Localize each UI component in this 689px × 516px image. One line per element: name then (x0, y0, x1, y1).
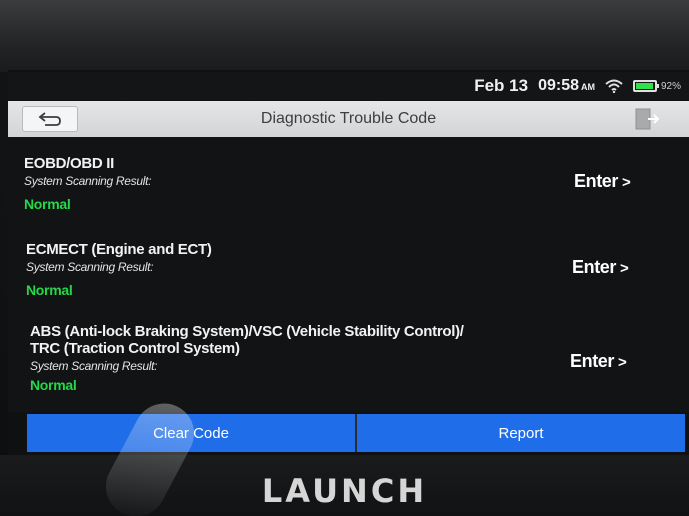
chevron-right-icon: > (622, 174, 631, 191)
status-time-value: 09:58 (538, 77, 579, 94)
enter-button-ecmect[interactable]: Enter > (572, 257, 629, 278)
title-bar: Diagnostic Trouble Code (8, 101, 689, 137)
bottom-action-bar: Clear Code Report (27, 414, 685, 452)
back-arrow-icon (38, 112, 61, 126)
status-date: Feb 13 (474, 76, 529, 95)
brand-logo: LAUNCH (261, 472, 428, 510)
clear-code-button[interactable]: Clear Code (27, 414, 355, 452)
enter-label: Enter (574, 171, 619, 191)
chevron-right-icon: > (618, 354, 627, 371)
enter-label: Enter (572, 257, 617, 277)
device-top-bezel (0, 0, 689, 72)
chevron-right-icon: > (620, 260, 629, 277)
battery-percent: 92% (660, 80, 681, 92)
exit-icon (635, 108, 660, 130)
page-title: Diagnostic Trouble Code (260, 110, 437, 127)
enter-button-abs[interactable]: Enter > (570, 351, 627, 372)
report-button[interactable]: Report (355, 414, 685, 452)
status-ampm: AM (580, 82, 595, 92)
battery-icon (632, 80, 659, 92)
exit-button[interactable] (627, 105, 667, 133)
system-name-line1: ABS (Anti-lock Braking System)/VSC (Vehi… (30, 323, 464, 340)
wifi-icon (605, 79, 623, 93)
system-status: Normal (30, 377, 77, 393)
system-list: EOBD/OBD II System Scanning Result: Norm… (8, 137, 689, 412)
enter-label: Enter (570, 351, 615, 371)
status-bar: Feb 13 09:58 AM 92% (8, 72, 689, 100)
enter-button-eobd[interactable]: Enter > (574, 171, 631, 192)
back-button[interactable] (22, 106, 78, 132)
battery-indicator: 92% (632, 80, 681, 92)
battery-tip (656, 84, 659, 88)
system-name: EOBD/OBD II (24, 155, 115, 172)
battery-level-fill (635, 83, 653, 89)
system-name: ECMECT (Engine and ECT) (26, 241, 212, 258)
status-time: 09:58 AM (538, 77, 595, 95)
system-status: Normal (24, 196, 71, 212)
system-status: Normal (26, 282, 73, 298)
